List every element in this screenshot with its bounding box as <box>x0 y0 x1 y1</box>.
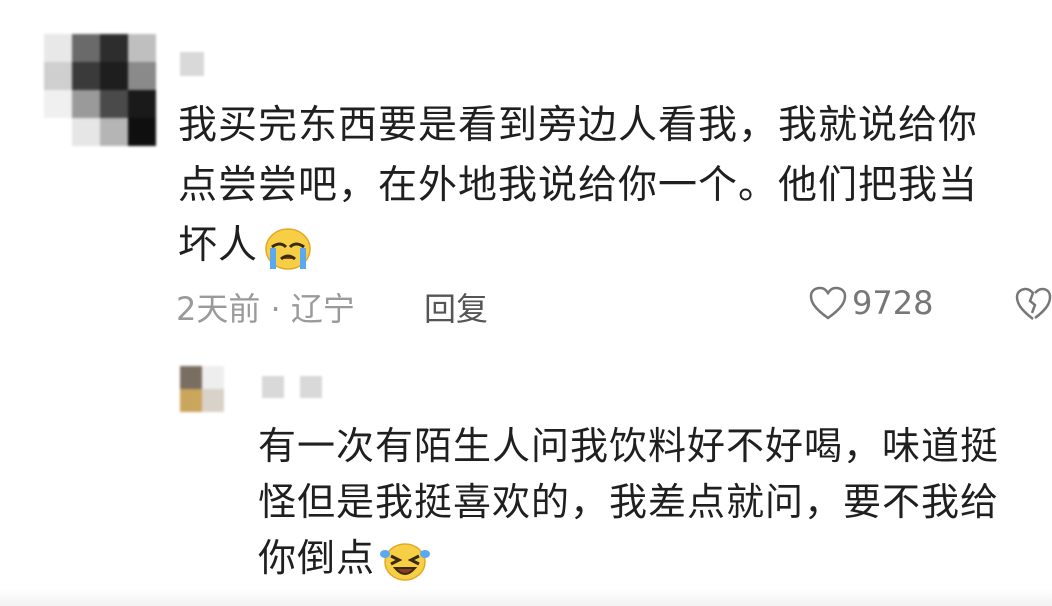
comment-last-line: 你倒点 <box>258 530 1048 586</box>
avatar-pixel <box>128 118 156 146</box>
dislike-button[interactable] <box>1014 286 1052 330</box>
avatar-pixel <box>72 118 100 146</box>
avatar-pixel <box>202 389 224 412</box>
avatar-pixel <box>100 118 128 146</box>
avatar-pixel <box>44 90 72 118</box>
avatar-pixel <box>44 118 72 146</box>
reply-avatar[interactable] <box>180 366 224 412</box>
comment-last-line: 坏人 <box>178 216 1038 276</box>
avatar-pixel <box>128 90 156 118</box>
avatar-pixel <box>44 62 72 90</box>
comment-line: 我买完东西要是看到旁边人看我，我就说给你 <box>178 103 979 148</box>
avatar-pixel <box>44 34 72 62</box>
avatar-pixel <box>100 62 128 90</box>
reply-button[interactable]: 回复 <box>424 284 488 330</box>
comment-meta: 2天前 · 辽宁 <box>176 290 355 328</box>
reply-comment-text: 有一次有陌生人问我饮料好不好喝，味道挺 怪但是我挺喜欢的，我差点就问，要不我给 … <box>258 418 1048 586</box>
comment-line: 点尝尝吧，在外地我说给你一个。他们把我当 <box>178 163 979 208</box>
laughing-crying-face-icon <box>380 542 431 581</box>
reply-username-blurred[interactable] <box>300 376 322 398</box>
avatar-pixel <box>72 90 100 118</box>
avatar-pixel <box>100 90 128 118</box>
bottom-fade <box>0 588 1052 606</box>
comment-line: 坏人 <box>178 223 259 268</box>
avatar-pixel <box>72 62 100 90</box>
crying-face-icon <box>265 227 311 270</box>
avatar-pixel <box>180 389 202 412</box>
avatar-pixel <box>180 366 202 389</box>
avatar-pixel <box>72 34 100 62</box>
comment-line: 有一次有陌生人问我饮料好不好喝，味道挺 <box>258 424 1000 468</box>
heart-icon <box>809 286 847 320</box>
avatar-pixel <box>128 34 156 62</box>
broken-heart-icon <box>1015 287 1052 320</box>
like-button[interactable]: 9728 <box>808 284 933 322</box>
avatar-pixel <box>202 366 224 389</box>
avatar[interactable] <box>44 34 156 146</box>
username-blurred[interactable] <box>180 52 204 76</box>
avatar-pixel <box>100 34 128 62</box>
comment-text: 我买完东西要是看到旁边人看我，我就说给你 点尝尝吧，在外地我说给你一个。他们把我… <box>178 96 1038 276</box>
comment-line: 怪但是我挺喜欢的，我差点就问，要不我给 <box>258 480 1000 524</box>
like-count: 9728 <box>852 284 934 322</box>
avatar-pixel <box>128 62 156 90</box>
reply-username-blurred[interactable] <box>262 376 284 398</box>
comment-line: 你倒点 <box>258 536 376 580</box>
